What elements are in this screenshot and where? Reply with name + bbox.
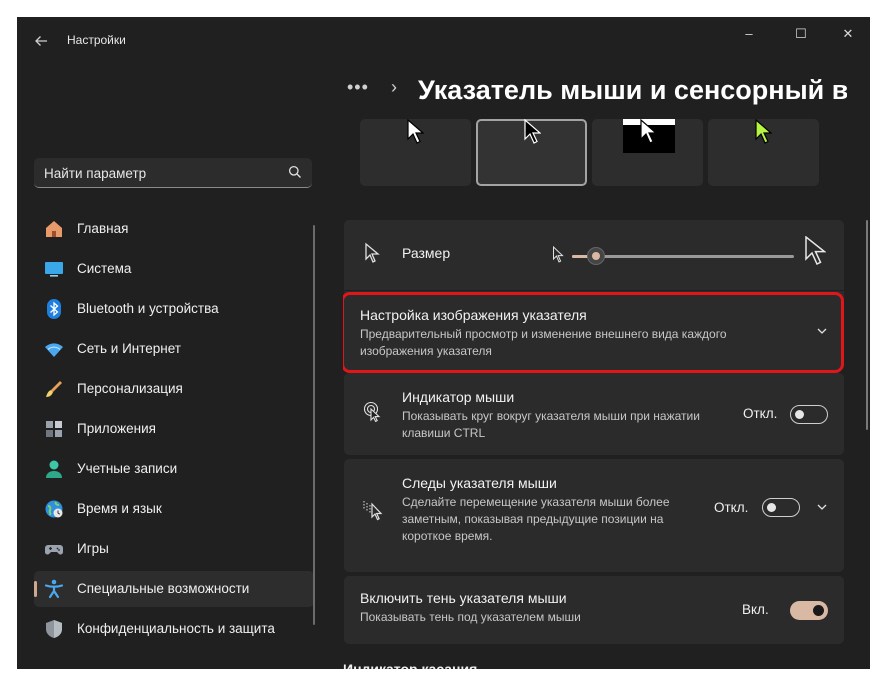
title-bar: Настройки – ☐ ✕: [17, 17, 870, 61]
pointer-style-inverted[interactable]: [592, 119, 703, 186]
breadcrumb-more-button[interactable]: •••: [347, 77, 369, 98]
sidebar-item-label: Время и язык: [77, 501, 162, 516]
sidebar-item-accessibility[interactable]: Специальные возможности: [34, 571, 314, 607]
minimize-icon: –: [745, 26, 753, 41]
mouse-indicator-card: Индикатор мыши Показывать круг вокруг ук…: [344, 373, 844, 455]
breadcrumb-separator-icon: ›: [391, 77, 397, 97]
pointer-shadow-subtitle: Показывать тень под указателем мыши: [360, 610, 581, 624]
sidebar-item-gaming[interactable]: Игры: [34, 531, 314, 567]
system-icon: [45, 262, 63, 277]
large-pointer-icon: [805, 236, 826, 266]
minimize-button[interactable]: –: [729, 23, 769, 45]
sidebar-item-label: Учетные записи: [77, 461, 178, 476]
brush-icon: [46, 381, 62, 397]
sidebar-item-label: Персонализация: [77, 381, 183, 396]
breadcrumb: ••• › Указатель мыши и сенсорный ввод: [347, 75, 847, 115]
mouse-indicator-state: Откл.: [743, 406, 778, 421]
slider-thumb-dot: [592, 252, 600, 260]
wifi-icon: [45, 343, 63, 357]
apps-icon: [46, 421, 62, 437]
back-button[interactable]: [29, 29, 53, 53]
inverted-pointer-icon: [623, 119, 675, 153]
sidebar-item-accounts[interactable]: Учетные записи: [34, 451, 314, 487]
chevron-down-icon[interactable]: [816, 501, 828, 513]
size-title: Размер: [402, 245, 451, 261]
mouse-indicator-title: Индикатор мыши: [402, 389, 515, 405]
pointer-trails-subtitle: Сделайте перемещение указателя мыши боле…: [402, 495, 670, 543]
sidebar-item-label: Главная: [77, 221, 129, 236]
pointer-trails-icon: [363, 501, 383, 521]
sidebar-item-label: Игры: [77, 541, 109, 556]
close-button[interactable]: ✕: [828, 23, 868, 45]
pointer-trails-state: Откл.: [714, 500, 749, 515]
pointer-size-icon: [365, 242, 380, 263]
slider-track: [572, 255, 794, 258]
sidebar-item-privacy[interactable]: Конфиденциальность и защита: [34, 611, 314, 647]
small-pointer-icon: [553, 246, 564, 263]
sidebar-item-bluetooth[interactable]: Bluetooth и устройства: [34, 291, 314, 327]
pointer-shadow-card: Включить тень указателя мыши Показывать …: [344, 576, 844, 644]
shield-icon: [46, 620, 62, 638]
section-heading: Индикатор касания: [343, 661, 478, 669]
sidebar-item-network[interactable]: Сеть и Интернет: [34, 331, 314, 367]
search-placeholder: Найти параметр: [44, 166, 147, 181]
sidebar-item-label: Приложения: [77, 421, 156, 436]
sidebar-nav: Главная Система Bluetooth и устройства С…: [34, 211, 314, 651]
sidebar-item-label: Система: [77, 261, 132, 276]
main-content: Размер Настройка изображения указателя П…: [343, 119, 845, 669]
main-scrollbar[interactable]: [866, 220, 868, 430]
sidebar-item-personalization[interactable]: Персонализация: [34, 371, 314, 407]
bluetooth-icon: [47, 299, 61, 319]
gamepad-icon: [45, 545, 63, 555]
active-indicator: [34, 581, 37, 597]
home-icon: [46, 221, 62, 237]
maximize-icon: ☐: [795, 26, 807, 41]
account-icon: [46, 460, 62, 478]
sidebar-scrollbar[interactable]: [313, 225, 315, 625]
white-pointer-icon: [407, 119, 424, 144]
sidebar-item-apps[interactable]: Приложения: [34, 411, 314, 447]
sidebar-item-home[interactable]: Главная: [34, 211, 314, 247]
pointer-trails-title: Следы указателя мыши: [402, 475, 557, 491]
search-icon: [288, 165, 301, 178]
close-icon: ✕: [842, 26, 854, 41]
sidebar-item-label: Специальные возможности: [77, 581, 250, 596]
highlight-frame: [343, 292, 844, 373]
slider-thumb[interactable]: [587, 247, 605, 265]
size-slider[interactable]: [572, 246, 794, 266]
custom-color-pointer-icon: [755, 119, 772, 144]
sidebar-item-label: Bluetooth и устройства: [77, 301, 219, 316]
maximize-button[interactable]: ☐: [781, 23, 821, 45]
search-input[interactable]: Найти параметр: [34, 158, 312, 188]
settings-window: Настройки – ☐ ✕ Найти параметр Главная С…: [17, 17, 870, 669]
pointer-shadow-state: Вкл.: [742, 602, 769, 617]
pointer-shadow-toggle[interactable]: [790, 601, 828, 620]
back-arrow-icon: [35, 36, 47, 46]
accessibility-icon: [44, 579, 64, 599]
pointer-trails-toggle[interactable]: [762, 498, 800, 517]
pointer-shadow-title: Включить тень указателя мыши: [360, 590, 567, 606]
pointer-style-white[interactable]: [360, 119, 471, 186]
app-title: Настройки: [67, 33, 126, 47]
page-title: Указатель мыши и сенсорный ввод: [418, 75, 847, 105]
pointer-trails-card: Следы указателя мыши Сделайте перемещени…: [344, 459, 844, 572]
pointer-style-tiles: [360, 119, 830, 186]
globe-icon: [45, 500, 63, 518]
sidebar-item-time-language[interactable]: Время и язык: [34, 491, 314, 527]
sidebar-item-label: Сеть и Интернет: [77, 341, 181, 356]
pointer-style-black[interactable]: [476, 119, 587, 186]
black-pointer-icon: [524, 119, 541, 144]
sidebar-item-label: Конфиденциальность и защита: [77, 621, 275, 636]
pointer-style-custom[interactable]: [708, 119, 819, 186]
mouse-indicator-subtitle: Показывать круг вокруг указателя мыши пр…: [402, 409, 700, 440]
mouse-indicator-toggle[interactable]: [790, 405, 828, 424]
mouse-indicator-icon: [363, 401, 381, 423]
sidebar-item-system[interactable]: Система: [34, 251, 314, 287]
